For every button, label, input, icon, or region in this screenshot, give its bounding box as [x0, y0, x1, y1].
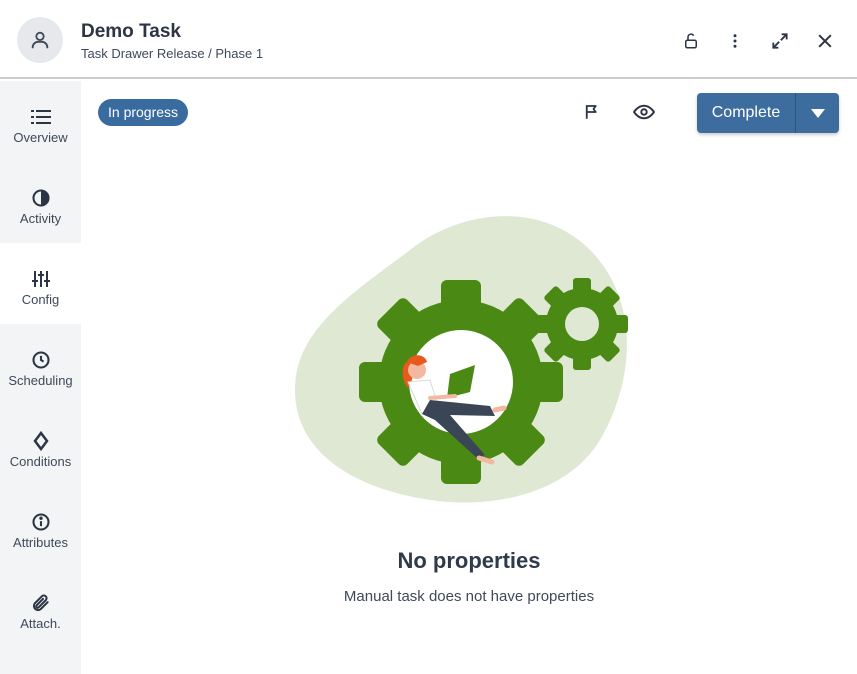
page-title: Demo Task [81, 21, 181, 42]
empty-state-message: Manual task does not have properties [343, 588, 595, 605]
flag-icon [585, 105, 597, 119]
flag-button[interactable] [581, 101, 603, 123]
sidebar-item-overview[interactable]: Overview [0, 81, 81, 162]
complete-split-button: Complete [697, 93, 839, 133]
complete-dropdown-button[interactable] [796, 93, 839, 133]
sidebar-item-conditions[interactable]: Conditions [0, 405, 81, 486]
sidebar-item-scheduling[interactable]: Scheduling [0, 324, 81, 405]
sidebar-item-label: Attributes [13, 535, 68, 550]
sidebar-item-label: Config [21, 292, 60, 307]
sliders-icon [31, 271, 50, 287]
more-options-button[interactable] [723, 29, 747, 53]
clock-icon [31, 351, 50, 369]
more-vert-icon [733, 34, 737, 48]
info-icon [31, 513, 50, 531]
close-icon [818, 34, 832, 48]
expand-icon [772, 33, 788, 49]
status-badge[interactable]: In progress [98, 99, 189, 126]
sidebar: Overview Activity Config Scheduling Cond… [0, 81, 81, 674]
list-icon [30, 110, 51, 124]
sidebar-item-attachments[interactable]: Attach. [0, 567, 81, 648]
sidebar-item-label: Scheduling [8, 373, 73, 388]
avatar [17, 17, 63, 63]
unlock-button[interactable] [679, 29, 703, 53]
eye-icon [633, 104, 655, 120]
caret-down-icon [810, 108, 825, 118]
user-icon [31, 31, 49, 49]
watch-button[interactable] [633, 101, 655, 123]
complete-button[interactable]: Complete [697, 93, 795, 133]
sidebar-item-label: Conditions [9, 454, 72, 469]
drawer-header: Demo Task Task Drawer Release / Phase 1 [0, 0, 857, 79]
paperclip-icon [32, 594, 49, 612]
sidebar-item-activity[interactable]: Activity [0, 162, 81, 243]
sidebar-item-label: Activity [19, 211, 62, 226]
sidebar-item-label: Attach. [20, 616, 61, 631]
close-button[interactable] [813, 29, 837, 53]
expand-button[interactable] [768, 29, 792, 53]
sidebar-item-config[interactable]: Config [0, 243, 81, 324]
empty-state-title: No properties [397, 548, 541, 573]
diamond-icon [32, 431, 49, 451]
breadcrumb: Task Drawer Release / Phase 1 [81, 46, 264, 61]
small-gear [536, 278, 628, 370]
pie-icon [31, 189, 50, 207]
no-properties-illustration [295, 216, 628, 503]
unlock-icon [685, 33, 697, 49]
sidebar-item-label: Overview [13, 130, 68, 145]
sidebar-item-attributes[interactable]: Attributes [0, 486, 81, 567]
